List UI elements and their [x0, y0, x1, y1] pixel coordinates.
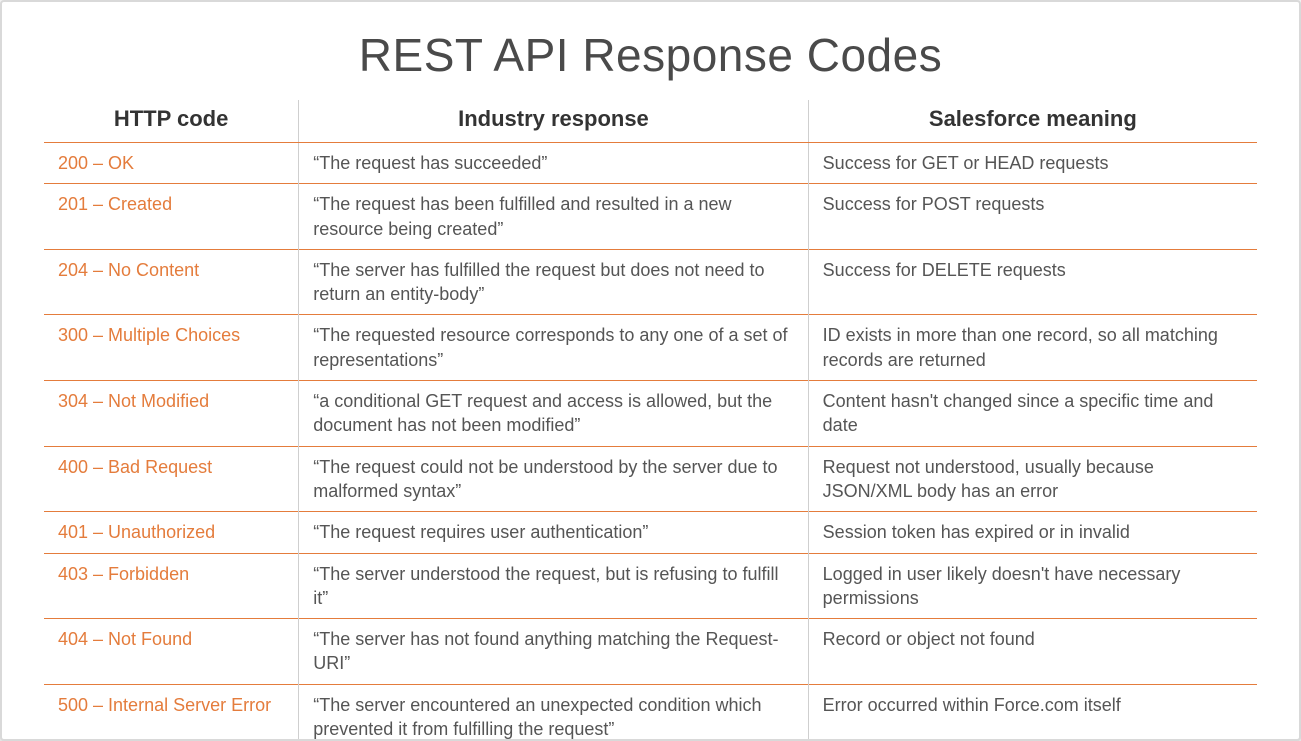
- salesforce-meaning-cell: Success for GET or HEAD requests: [808, 143, 1257, 184]
- salesforce-meaning-cell: Success for POST requests: [808, 184, 1257, 250]
- table-row: 304 – Not Modified“a conditional GET req…: [44, 381, 1257, 447]
- industry-response-cell: “The request requires user authenticatio…: [299, 512, 808, 553]
- industry-response-cell: “The server understood the request, but …: [299, 553, 808, 619]
- salesforce-meaning-cell: Content hasn't changed since a specific …: [808, 381, 1257, 447]
- http-code-cell: 300 – Multiple Choices: [44, 315, 299, 381]
- table-row: 403 – Forbidden“The server understood th…: [44, 553, 1257, 619]
- table-row: 204 – No Content“The server has fulfille…: [44, 249, 1257, 315]
- col-header-salesforce-meaning: Salesforce meaning: [808, 100, 1257, 143]
- industry-response-cell: “The request has succeeded”: [299, 143, 808, 184]
- salesforce-meaning-cell: ID exists in more than one record, so al…: [808, 315, 1257, 381]
- codes-table: HTTP code Industry response Salesforce m…: [44, 100, 1257, 741]
- http-code-cell: 304 – Not Modified: [44, 381, 299, 447]
- http-code-cell: 201 – Created: [44, 184, 299, 250]
- industry-response-cell: “The requested resource corresponds to a…: [299, 315, 808, 381]
- col-header-industry-response: Industry response: [299, 100, 808, 143]
- http-code-cell: 400 – Bad Request: [44, 446, 299, 512]
- industry-response-cell: “a conditional GET request and access is…: [299, 381, 808, 447]
- http-code-cell: 403 – Forbidden: [44, 553, 299, 619]
- table-row: 500 – Internal Server Error“The server e…: [44, 684, 1257, 741]
- salesforce-meaning-cell: Logged in user likely doesn't have neces…: [808, 553, 1257, 619]
- salesforce-meaning-cell: Error occurred within Force.com itself: [808, 684, 1257, 741]
- table-row: 201 – Created“The request has been fulfi…: [44, 184, 1257, 250]
- page-title: REST API Response Codes: [44, 28, 1257, 82]
- table-row: 200 – OK“The request has succeeded”Succe…: [44, 143, 1257, 184]
- table-header-row: HTTP code Industry response Salesforce m…: [44, 100, 1257, 143]
- http-code-cell: 200 – OK: [44, 143, 299, 184]
- slide-card: REST API Response Codes HTTP code Indust…: [0, 0, 1301, 741]
- table-row: 404 – Not Found“The server has not found…: [44, 619, 1257, 685]
- table-row: 400 – Bad Request“The request could not …: [44, 446, 1257, 512]
- table-row: 401 – Unauthorized“The request requires …: [44, 512, 1257, 553]
- industry-response-cell: “The server has not found anything match…: [299, 619, 808, 685]
- http-code-cell: 401 – Unauthorized: [44, 512, 299, 553]
- salesforce-meaning-cell: Record or object not found: [808, 619, 1257, 685]
- industry-response-cell: “The request could not be understood by …: [299, 446, 808, 512]
- http-code-cell: 500 – Internal Server Error: [44, 684, 299, 741]
- salesforce-meaning-cell: Request not understood, usually because …: [808, 446, 1257, 512]
- salesforce-meaning-cell: Session token has expired or in invalid: [808, 512, 1257, 553]
- http-code-cell: 404 – Not Found: [44, 619, 299, 685]
- industry-response-cell: “The server has fulfilled the request bu…: [299, 249, 808, 315]
- industry-response-cell: “The request has been fulfilled and resu…: [299, 184, 808, 250]
- industry-response-cell: “The server encountered an unexpected co…: [299, 684, 808, 741]
- salesforce-meaning-cell: Success for DELETE requests: [808, 249, 1257, 315]
- table-row: 300 – Multiple Choices“The requested res…: [44, 315, 1257, 381]
- col-header-http-code: HTTP code: [44, 100, 299, 143]
- http-code-cell: 204 – No Content: [44, 249, 299, 315]
